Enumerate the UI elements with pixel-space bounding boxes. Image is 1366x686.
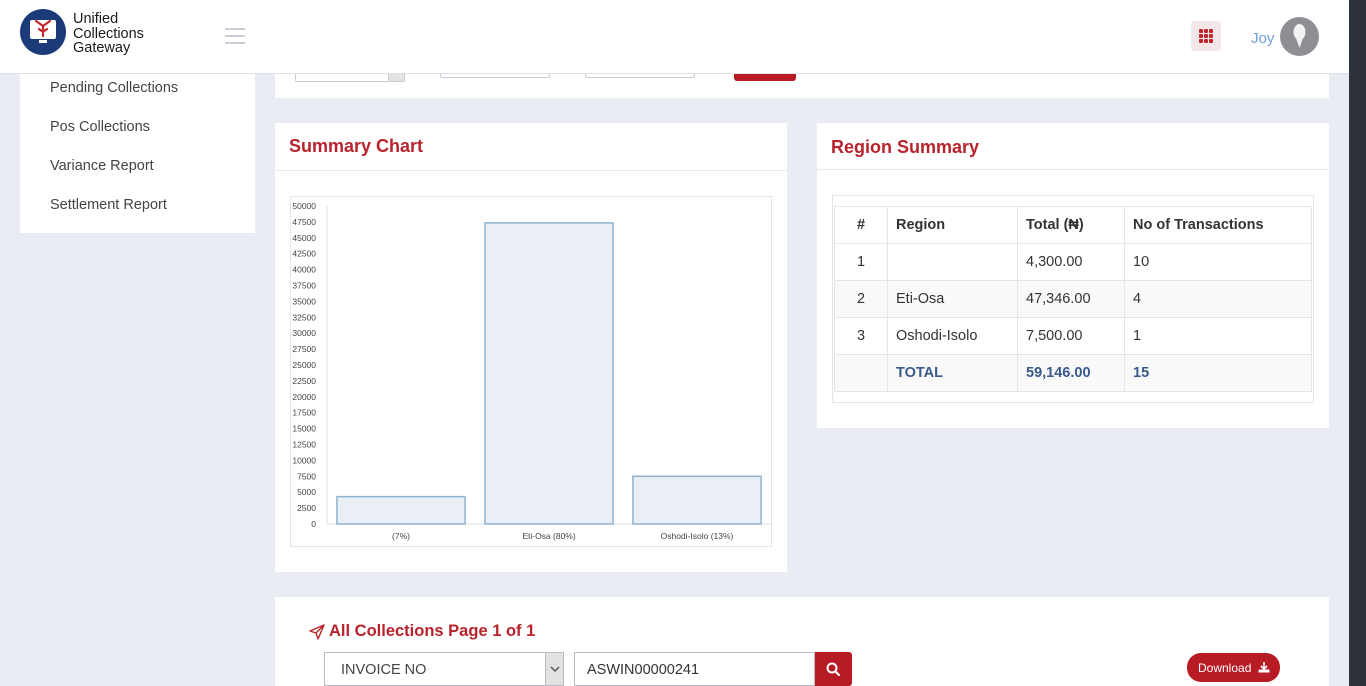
- cell-region: Eti-Osa: [887, 280, 1018, 318]
- region-table-wrapper: # Region Total (₦) No of Transactions 1 …: [832, 195, 1314, 403]
- column-header-total: Total (₦): [1017, 206, 1125, 244]
- app-logo[interactable]: [20, 9, 66, 55]
- table-total-row: TOTAL 59,146.00 15: [834, 354, 1312, 392]
- y-tick-label: 2500: [297, 503, 316, 513]
- user-name[interactable]: Joy: [1251, 30, 1274, 47]
- y-tick-label: 17500: [292, 408, 316, 418]
- chart-bar[interactable]: [632, 475, 762, 525]
- y-tick-label: 0: [311, 519, 316, 529]
- collections-title: All Collections Page 1 of 1: [329, 622, 536, 640]
- search-field-select[interactable]: INVOICE NO: [324, 652, 564, 686]
- cell-region: Oshodi-Isolo: [887, 317, 1018, 355]
- cell-count: 10: [1124, 243, 1312, 281]
- y-tick-label: 37500: [292, 281, 316, 291]
- user-avatar[interactable]: [1280, 17, 1319, 56]
- table-row: 1 4,300.00 10: [834, 243, 1312, 281]
- y-tick-label: 12500: [292, 440, 316, 450]
- summary-bar-chart: 0 2500 5000 7500 10000 12500 15000 17500 20000 22…: [290, 196, 772, 547]
- chart-bar[interactable]: [484, 222, 614, 525]
- x-tick-label: Eti-Osa (80%): [522, 531, 576, 541]
- x-tick-label: Oshodi-Isolo (13%): [661, 531, 734, 541]
- search-input[interactable]: ASWIN00000241: [574, 652, 815, 686]
- chevron-down-icon[interactable]: [545, 653, 563, 685]
- brand-name: Unified Collections Gateway: [73, 12, 144, 56]
- region-table: # Region Total (₦) No of Transactions 1 …: [834, 206, 1312, 392]
- cell-count: 1: [1124, 317, 1312, 355]
- table-row: 2 Eti-Osa 47,346.00 4: [834, 280, 1312, 318]
- table-header-row: # Region Total (₦) No of Transactions: [834, 206, 1312, 244]
- cell-number: 1: [834, 243, 888, 281]
- chart-canvas: 0 2500 5000 7500 10000 12500 15000 17500 20000 22…: [292, 201, 771, 541]
- column-header-transactions: No of Transactions: [1124, 206, 1312, 244]
- column-header-region: Region: [887, 206, 1018, 244]
- cell-count: 4: [1124, 280, 1312, 318]
- y-tick-label: 7500: [297, 471, 316, 481]
- summary-chart-card: Summary Chart 0 2500 5000 7500 10000 12500 150…: [275, 123, 787, 572]
- sidebar-item-pos-collections[interactable]: Pos Collections: [50, 119, 150, 135]
- x-tick-label: (7%): [392, 531, 410, 541]
- scrollbar[interactable]: [1349, 0, 1366, 686]
- y-tick-label: 42500: [292, 249, 316, 259]
- collections-card: All Collections Page 1 of 1 INVOICE NO A…: [275, 597, 1329, 686]
- apps-grid-icon[interactable]: [1191, 21, 1221, 51]
- send-icon: [309, 624, 325, 640]
- search-button[interactable]: [815, 652, 852, 686]
- y-tick-label: 32500: [292, 312, 316, 322]
- column-header-number: #: [834, 206, 888, 244]
- total-amount: 59,146.00: [1017, 354, 1125, 392]
- brand-line-1: Unified: [73, 11, 119, 27]
- top-header: Unified Collections Gateway Joy: [0, 0, 1349, 74]
- y-tick-label: 50000: [292, 201, 316, 211]
- summary-chart-title: Summary Chart: [289, 136, 424, 156]
- y-tick-label: 45000: [292, 233, 316, 243]
- brand-line-2: Collections: [73, 25, 144, 42]
- y-tick-label: 25000: [292, 360, 316, 370]
- sidebar-item-settlement-report[interactable]: Settlement Report: [50, 197, 167, 213]
- download-icon: [1258, 662, 1270, 673]
- y-tick-label: 15000: [292, 424, 316, 434]
- cell-region: [887, 243, 1018, 281]
- y-tick-label: 30000: [292, 328, 316, 338]
- cell-total: 7,500.00: [1017, 317, 1125, 355]
- download-label: Download: [1198, 661, 1252, 675]
- y-tick-label: 47500: [292, 217, 316, 227]
- region-summary-title: Region Summary: [831, 137, 980, 157]
- sidebar-item-pending-collections[interactable]: Pending Collections: [50, 80, 178, 96]
- download-button[interactable]: Download: [1187, 653, 1280, 682]
- cell-total: 47,346.00: [1017, 280, 1125, 318]
- y-tick-label: 35000: [292, 296, 316, 306]
- filter-card: [275, 64, 1329, 98]
- y-tick-label: 20000: [292, 392, 316, 402]
- menu-toggle-icon[interactable]: [225, 28, 245, 44]
- region-summary-card: Region Summary # Region Total (₦) No of …: [817, 123, 1329, 428]
- total-count: 15: [1124, 354, 1312, 392]
- y-tick-label: 10000: [292, 455, 316, 465]
- search-icon: [826, 662, 841, 677]
- y-tick-label: 40000: [292, 265, 316, 275]
- y-tick-label: 22500: [292, 376, 316, 386]
- total-label: TOTAL: [887, 354, 1018, 392]
- sidebar-item-variance-report[interactable]: Variance Report: [50, 158, 154, 174]
- table-row: 3 Oshodi-Isolo 7,500.00 1: [834, 317, 1312, 355]
- cell-number: 2: [834, 280, 888, 318]
- y-tick-label: 5000: [297, 487, 316, 497]
- cell-number: [834, 354, 888, 392]
- search-field-selected: INVOICE NO: [341, 662, 427, 678]
- brand-line-3: Gateway: [73, 40, 131, 56]
- chart-bar[interactable]: [336, 495, 466, 525]
- y-tick-label: 27500: [292, 344, 316, 354]
- sidebar: Pending Collections Pos Collections Vari…: [20, 74, 255, 233]
- cell-total: 4,300.00: [1017, 243, 1125, 281]
- cell-number: 3: [834, 317, 888, 355]
